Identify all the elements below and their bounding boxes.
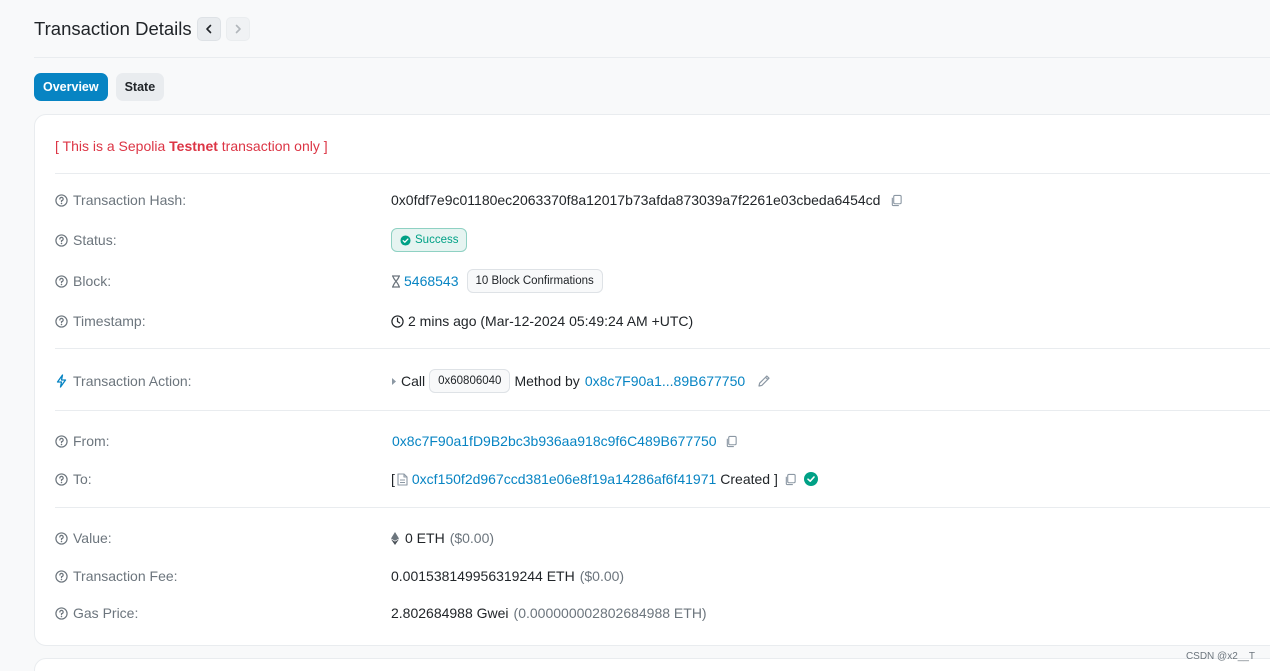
transaction-overview-card: [ This is a Sepolia Testnet transaction … [34, 114, 1270, 646]
block-confirmations-badge: 10 Block Confirmations [466, 269, 603, 293]
value-amount: 0 ETH [405, 530, 445, 546]
page-header: Transaction Details [34, 16, 250, 42]
header-divider [34, 57, 1270, 58]
page-title: Transaction Details [34, 18, 192, 39]
value-label: Value: [73, 530, 112, 546]
timestamp-value: 2 mins ago (Mar-12-2024 05:49:24 AM +UTC… [408, 313, 694, 329]
testnet-notice: [ This is a Sepolia Testnet transaction … [55, 138, 328, 154]
action-call-text: Call [401, 373, 426, 389]
transaction-fee-label: Transaction Fee: [73, 568, 178, 584]
copy-icon[interactable] [725, 435, 738, 448]
question-circle-icon[interactable] [55, 274, 68, 288]
method-by-text: Method by [514, 373, 580, 389]
question-circle-icon[interactable] [55, 606, 68, 620]
section-divider [55, 173, 1270, 174]
status-label: Status: [73, 232, 117, 248]
section-divider [55, 348, 1270, 349]
ethereum-icon [391, 531, 399, 545]
row-timestamp: Timestamp: 2 mins ago (Mar-12-2024 05:49… [55, 310, 1270, 332]
gas-price-amount: 2.802684988 Gwei [391, 605, 509, 621]
previous-transaction-button[interactable] [196, 17, 221, 41]
question-circle-icon[interactable] [55, 472, 68, 486]
to-open-bracket: [ [391, 471, 395, 487]
clock-icon [391, 314, 404, 328]
row-from: From: 0x8c7F90a1fD9B2bc3b936aa918c9f6C48… [55, 430, 1270, 452]
question-circle-icon[interactable] [55, 233, 68, 247]
question-circle-icon[interactable] [55, 193, 68, 207]
row-transaction-fee: Transaction Fee: 0.001538149956319244 ET… [55, 565, 1270, 587]
question-circle-icon[interactable] [55, 569, 68, 583]
pencil-icon[interactable] [757, 374, 771, 388]
value-usd: ($0.00) [449, 530, 495, 546]
question-circle-icon[interactable] [55, 434, 68, 448]
block-label: Block: [73, 273, 112, 289]
gas-price-eth: (0.000000002802684988 ETH) [513, 605, 707, 621]
from-address-link[interactable]: 0x8c7F90a1fD9B2bc3b936aa918c9f6C489B6777… [392, 433, 717, 449]
chevron-right-icon [235, 24, 241, 34]
row-transaction-hash: Transaction Hash: 0x0fdf7e9c01180ec20633… [55, 189, 1270, 211]
transaction-fee-usd: ($0.00) [579, 568, 625, 584]
row-transaction-action: Transaction Action: Call 0x60806040 Meth… [55, 369, 1270, 393]
row-gas-price: Gas Price: 2.802684988 Gwei (0.000000002… [55, 602, 1270, 624]
row-block: Block: 5468543 10 Block Confirmations [55, 269, 1270, 293]
watermark: CSDN @x2__T [1185, 651, 1255, 662]
transaction-hash-label: Transaction Hash: [73, 192, 187, 208]
verified-check-icon [803, 472, 818, 486]
file-contract-icon [397, 472, 408, 486]
next-transaction-button[interactable] [225, 17, 250, 41]
status-badge: Success [391, 228, 468, 252]
row-to: To: [ 0xcf150f2d967ccd381e06e8f19a14286a… [55, 468, 1270, 490]
caret-right-icon[interactable] [391, 377, 397, 386]
transaction-action-label: Transaction Action: [73, 373, 192, 389]
copy-icon[interactable] [890, 194, 903, 207]
hourglass-icon [391, 274, 401, 288]
row-value: Value: 0 ETH ($0.00) [55, 527, 1270, 549]
to-contract-address-link[interactable]: 0xcf150f2d967ccd381e06e8f19a14286af6f419… [412, 471, 716, 487]
question-circle-icon[interactable] [55, 314, 68, 328]
transaction-fee-amount: 0.001538149956319244 ETH [391, 568, 575, 584]
to-label: To: [73, 471, 92, 487]
gas-price-label: Gas Price: [73, 605, 139, 621]
check-circle-icon [400, 234, 411, 246]
lightning-icon [55, 374, 68, 388]
method-caller-link[interactable]: 0x8c7F90a1...89B677750 [585, 373, 745, 389]
created-text: Created ] [720, 471, 778, 487]
method-id-badge: 0x60806040 [429, 369, 511, 393]
from-label: From: [73, 433, 110, 449]
copy-icon[interactable] [784, 473, 797, 486]
block-number-link[interactable]: 5468543 [404, 273, 459, 289]
tab-state[interactable]: State [115, 73, 165, 101]
tab-bar: Overview State [34, 73, 165, 101]
more-details-card [34, 658, 1270, 671]
section-divider [55, 507, 1270, 508]
chevron-left-icon [205, 24, 211, 34]
timestamp-label: Timestamp: [73, 313, 146, 329]
question-circle-icon[interactable] [55, 531, 68, 545]
tab-overview[interactable]: Overview [34, 73, 108, 101]
row-status: Status: Success [55, 228, 1270, 252]
section-divider [55, 410, 1270, 411]
transaction-hash-value: 0x0fdf7e9c01180ec2063370f8a12017b73afda8… [391, 192, 881, 208]
